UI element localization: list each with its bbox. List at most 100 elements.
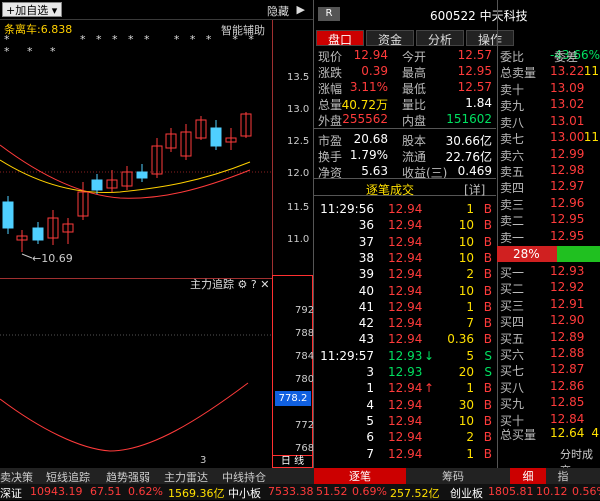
quote-row: 市盈 20.68 股本 30.66亿 bbox=[314, 132, 496, 148]
detail-link[interactable]: [详] bbox=[464, 181, 485, 198]
trade-price: 12.94 bbox=[388, 267, 423, 282]
hide-button[interactable]: 隐藏 bbox=[267, 3, 289, 19]
r-badge[interactable]: R bbox=[318, 7, 340, 21]
orderbook-row: 卖三 12.96 bbox=[498, 196, 600, 212]
trade-time: 40 bbox=[358, 283, 374, 298]
trade-time: 39 bbox=[358, 267, 374, 282]
ob-label: 卖四 bbox=[500, 181, 525, 196]
period-daily-tab[interactable]: 日 线 bbox=[272, 455, 313, 468]
ob-label: 买一 bbox=[500, 266, 525, 280]
trade-volume: 1 bbox=[466, 446, 474, 461]
trade-price: 12.94 bbox=[388, 218, 423, 233]
trade-direction: B bbox=[483, 202, 492, 216]
trade-volume: 10 bbox=[458, 413, 474, 428]
tab-zijin[interactable]: 资金 bbox=[366, 30, 414, 47]
trade-time: 42 bbox=[358, 316, 374, 331]
trade-volume: 5 bbox=[466, 348, 474, 363]
quote-label: 外盘 bbox=[318, 114, 343, 128]
trade-row: 11:29:56 12.94 1 B bbox=[314, 202, 496, 218]
orderbook-row: 买二 12.92 bbox=[498, 280, 600, 296]
tab-zhubi[interactable]: 逐笔 bbox=[314, 468, 406, 484]
trade-time: 11:29:56 bbox=[320, 202, 374, 216]
ob-price: 13.09 bbox=[550, 81, 585, 95]
tab-xi[interactable]: 细 bbox=[510, 468, 546, 484]
close-icon[interactable]: ✕ bbox=[260, 278, 269, 291]
ob-label: 卖六 bbox=[500, 148, 525, 163]
quote-row: 外盘 255562 内盘 151602 bbox=[314, 112, 496, 128]
trade-price: 12.94 bbox=[388, 299, 423, 314]
tab-pankou[interactable]: 盘口 bbox=[316, 30, 364, 47]
trade-price: 12.94 bbox=[388, 397, 423, 412]
track-label[interactable]: 主力追踪 ⚙ ? ✕ bbox=[190, 276, 269, 292]
orderbook-row: 买一 12.93 bbox=[498, 264, 600, 280]
tab-chouma[interactable]: 筹码 bbox=[410, 468, 496, 484]
tab-caozuo[interactable]: 操作 bbox=[466, 30, 514, 47]
quote-label: 涨幅 bbox=[318, 82, 343, 96]
quote-label: 市盈 bbox=[318, 134, 343, 148]
trade-time: 38 bbox=[358, 250, 374, 265]
trade-row: 40 12.94 10 B bbox=[314, 284, 496, 300]
help-icon[interactable]: ? bbox=[251, 278, 257, 291]
index-status-bar: 深证 10943.19 67.51 0.62% 1569.36亿 中小板 753… bbox=[0, 484, 600, 500]
quote-label: 现价 bbox=[318, 50, 343, 64]
trade-time: 5 bbox=[366, 413, 374, 428]
tab-zhi[interactable]: 指 bbox=[548, 468, 578, 484]
trade-volume: 10 bbox=[458, 250, 474, 265]
quote-label: 最高 bbox=[402, 66, 427, 80]
gear-icon[interactable]: ⚙ bbox=[238, 278, 248, 291]
ob-price: 12.93 bbox=[550, 264, 585, 278]
trade-direction: B bbox=[483, 332, 492, 347]
ob-price: 13.00 bbox=[550, 130, 585, 145]
quote-value: 255562 bbox=[342, 112, 388, 126]
tab-short-track[interactable]: 短线追踪 bbox=[46, 469, 90, 485]
quote-tabs: 盘口 资金 分析 操作 bbox=[314, 30, 514, 47]
quote-value: 0.39 bbox=[361, 64, 388, 78]
kline-chart[interactable]: +加自选 ▾ 隐藏 ▶ 条离车:6.838 * * * * * * * * * … bbox=[0, 0, 313, 468]
trade-price: 12.94 bbox=[388, 234, 423, 249]
quote-row: 换手 1.79% 流通 22.76亿 bbox=[314, 148, 496, 164]
ob-label: 卖七 bbox=[500, 132, 525, 147]
price-axis: 13.5 13.0 12.5 12.0 11.5 11.0 bbox=[272, 20, 313, 278]
tab-decision[interactable]: 卖决策 bbox=[0, 469, 33, 485]
orderbook-row: 卖八 13.01 bbox=[498, 114, 600, 130]
add-watchlist-button[interactable]: +加自选 ▾ bbox=[2, 2, 62, 17]
trade-volume: 1 bbox=[466, 381, 474, 396]
trade-volume: 10 bbox=[458, 283, 474, 298]
orderbook-row: 总卖量 13.22 11 bbox=[498, 64, 600, 80]
tab-radar[interactable]: 主力雷达 bbox=[164, 469, 208, 485]
track-axis: 792 788 784 780 778.2 772 768 bbox=[272, 275, 313, 455]
trade-row: 7 12.94 1 B bbox=[314, 447, 496, 463]
quote-label: 总量 bbox=[318, 98, 343, 112]
quote-label: 换手 bbox=[318, 150, 343, 164]
ob-label: 卖三 bbox=[500, 197, 525, 212]
quote-label: 量比 bbox=[402, 98, 427, 112]
trade-volume: 2 bbox=[466, 267, 474, 282]
trade-time: 36 bbox=[358, 218, 374, 233]
quote-label: 涨跌 bbox=[318, 66, 343, 80]
trade-direction: B bbox=[483, 430, 492, 445]
ob-price: 12.95 bbox=[550, 212, 585, 227]
trade-price: 12.94 bbox=[388, 316, 423, 331]
trade-direction: B bbox=[483, 413, 492, 428]
ob-price: 12.99 bbox=[550, 146, 585, 161]
trade-row: 6 12.94 2 B bbox=[314, 430, 496, 446]
tab-position[interactable]: 中线持仓 bbox=[222, 469, 266, 485]
trade-time: 6 bbox=[366, 430, 374, 445]
orderbook-row: 买六 12.88 bbox=[498, 346, 600, 362]
quote-value: 12.95 bbox=[457, 64, 492, 78]
collapse-arrow-icon[interactable]: ▶ bbox=[297, 3, 305, 16]
quote-value: 12.94 bbox=[353, 48, 388, 62]
trade-direction: S bbox=[484, 365, 492, 379]
ob-price: 13.02 bbox=[550, 97, 585, 112]
trade-row: 1 12.94 ↑ 1 B bbox=[314, 381, 496, 397]
stock-title: 600522 中天科技 bbox=[430, 9, 528, 23]
trade-volume: 7 bbox=[466, 316, 474, 331]
trade-price: 12.93 bbox=[388, 348, 423, 363]
tab-trend[interactable]: 趋势强弱 bbox=[106, 469, 150, 485]
quote-value: 20.68 bbox=[353, 132, 388, 146]
ob-label: 买四 bbox=[500, 315, 525, 330]
ob-price: 12.89 bbox=[550, 329, 585, 344]
trade-price: 12.94 bbox=[388, 250, 423, 265]
ob-price: 12.95 bbox=[550, 228, 585, 243]
tab-fenxi[interactable]: 分析 bbox=[416, 30, 464, 47]
